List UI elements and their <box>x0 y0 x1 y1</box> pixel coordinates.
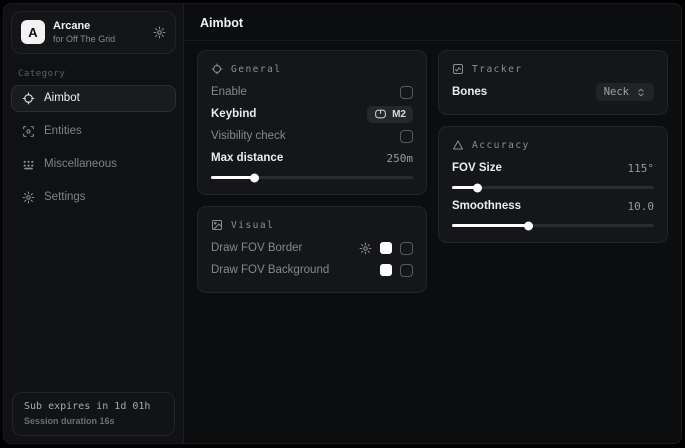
app-logo: A <box>21 20 45 44</box>
app-identity: Arcane for Off The Grid <box>53 20 145 45</box>
left-column: General Enable Keybind <box>197 50 427 293</box>
sidebar-item-entities[interactable]: Entities <box>11 118 176 145</box>
fov-border-color-swatch[interactable] <box>380 242 392 254</box>
draw-fov-background-label: Draw FOV Background <box>211 264 329 276</box>
accuracy-card: Accuracy FOV Size 115° Smoothness 10.0 <box>438 126 668 243</box>
right-column: Tracker Bones Neck <box>438 50 668 243</box>
session-duration-text: Session duration 16s <box>24 416 163 426</box>
general-card-header: General <box>211 63 413 75</box>
visual-card-header: Visual <box>211 219 413 231</box>
fov-size-row: FOV Size 115° <box>452 157 654 179</box>
sidebar: A Arcane for Off The Grid Category <box>4 4 184 443</box>
tracker-card-header: Tracker <box>452 63 654 75</box>
scan-icon <box>22 125 35 138</box>
accuracy-card-title: Accuracy <box>472 140 530 151</box>
visibility-check-label: Visibility check <box>211 130 286 142</box>
smoothness-row: Smoothness 10.0 <box>452 195 654 217</box>
app-logo-card: A Arcane for Off The Grid <box>11 11 176 54</box>
max-distance-label: Max distance <box>211 152 283 164</box>
keybind-button[interactable]: M2 <box>367 106 413 123</box>
visibility-check-row: Visibility check <box>211 125 413 147</box>
max-distance-row: Max distance 250m <box>211 147 413 169</box>
keybind-value: M2 <box>392 109 406 120</box>
draw-fov-background-controls <box>380 264 413 277</box>
image-icon <box>211 219 223 231</box>
mouse-icon <box>374 109 387 119</box>
sidebar-item-label: Entities <box>44 125 82 137</box>
sidebar-item-settings[interactable]: Settings <box>11 184 176 211</box>
enable-label: Enable <box>211 86 247 98</box>
chevrons-up-down-icon <box>636 87 646 98</box>
keybind-row: Keybind M2 <box>211 103 413 125</box>
enable-checkbox[interactable] <box>400 86 413 99</box>
draw-fov-background-checkbox[interactable] <box>400 264 413 277</box>
draw-fov-border-row: Draw FOV Border <box>211 237 413 259</box>
crosshair-icon <box>22 92 35 105</box>
sidebar-item-label: Miscellaneous <box>44 158 117 170</box>
app-subtitle: for Off The Grid <box>53 34 145 45</box>
gear-icon[interactable] <box>359 242 372 255</box>
slider-fill <box>452 186 478 189</box>
enable-row: Enable <box>211 81 413 103</box>
bones-row: Bones Neck <box>452 81 654 103</box>
activity-icon <box>452 63 464 75</box>
fov-size-value: 115° <box>628 162 655 175</box>
slider-fill <box>211 176 255 179</box>
visibility-check-checkbox[interactable] <box>400 130 413 143</box>
bones-label: Bones <box>452 86 487 98</box>
slider-thumb[interactable] <box>250 173 259 182</box>
subscription-info-card: Sub expires in 1d 01h Session duration 1… <box>12 392 175 436</box>
gear-icon <box>22 191 35 204</box>
accuracy-card-header: Accuracy <box>452 139 654 151</box>
tracker-card-title: Tracker <box>472 64 523 75</box>
max-distance-value: 250m <box>387 152 414 165</box>
fov-size-slider[interactable] <box>452 186 654 189</box>
bones-dropdown[interactable]: Neck <box>596 83 654 101</box>
triangle-icon <box>452 139 464 151</box>
fov-background-color-swatch[interactable] <box>380 264 392 276</box>
draw-fov-background-row: Draw FOV Background <box>211 259 413 281</box>
sidebar-item-aimbot[interactable]: Aimbot <box>11 85 176 112</box>
general-card-title: General <box>231 64 282 75</box>
slider-thumb[interactable] <box>524 221 533 230</box>
page-title: Aimbot <box>200 16 665 30</box>
sidebar-nav: Aimbot Entities <box>4 85 183 211</box>
visual-card: Visual Draw FOV Border <box>197 206 427 293</box>
draw-fov-border-checkbox[interactable] <box>400 242 413 255</box>
keybind-label: Keybind <box>211 108 256 120</box>
smoothness-slider[interactable] <box>452 224 654 227</box>
bones-selected-value: Neck <box>604 86 629 98</box>
category-label: Category <box>18 69 169 79</box>
content-grid: General Enable Keybind <box>184 41 681 302</box>
sidebar-item-miscellaneous[interactable]: Miscellaneous <box>11 151 176 178</box>
slider-fill <box>452 224 529 227</box>
grid-dots-icon <box>22 158 35 171</box>
general-card: General Enable Keybind <box>197 50 427 195</box>
visual-card-title: Visual <box>231 220 274 231</box>
draw-fov-border-label: Draw FOV Border <box>211 242 302 254</box>
app-window: A Arcane for Off The Grid Category <box>3 3 682 444</box>
page-header: Aimbot <box>184 4 681 41</box>
fov-size-label: FOV Size <box>452 162 502 174</box>
tracker-card: Tracker Bones Neck <box>438 50 668 115</box>
smoothness-value: 10.0 <box>628 200 655 213</box>
draw-fov-border-controls <box>359 242 413 255</box>
app-name: Arcane <box>53 20 145 33</box>
gear-icon[interactable] <box>153 26 166 39</box>
main-panel: Aimbot General <box>184 4 681 443</box>
crosshair-icon <box>211 63 223 75</box>
slider-thumb[interactable] <box>473 183 482 192</box>
sidebar-item-label: Settings <box>44 191 86 203</box>
sub-expires-text: Sub expires in 1d 01h <box>24 401 163 412</box>
sidebar-item-label: Aimbot <box>44 92 80 104</box>
smoothness-label: Smoothness <box>452 200 521 212</box>
max-distance-slider[interactable] <box>211 176 413 179</box>
